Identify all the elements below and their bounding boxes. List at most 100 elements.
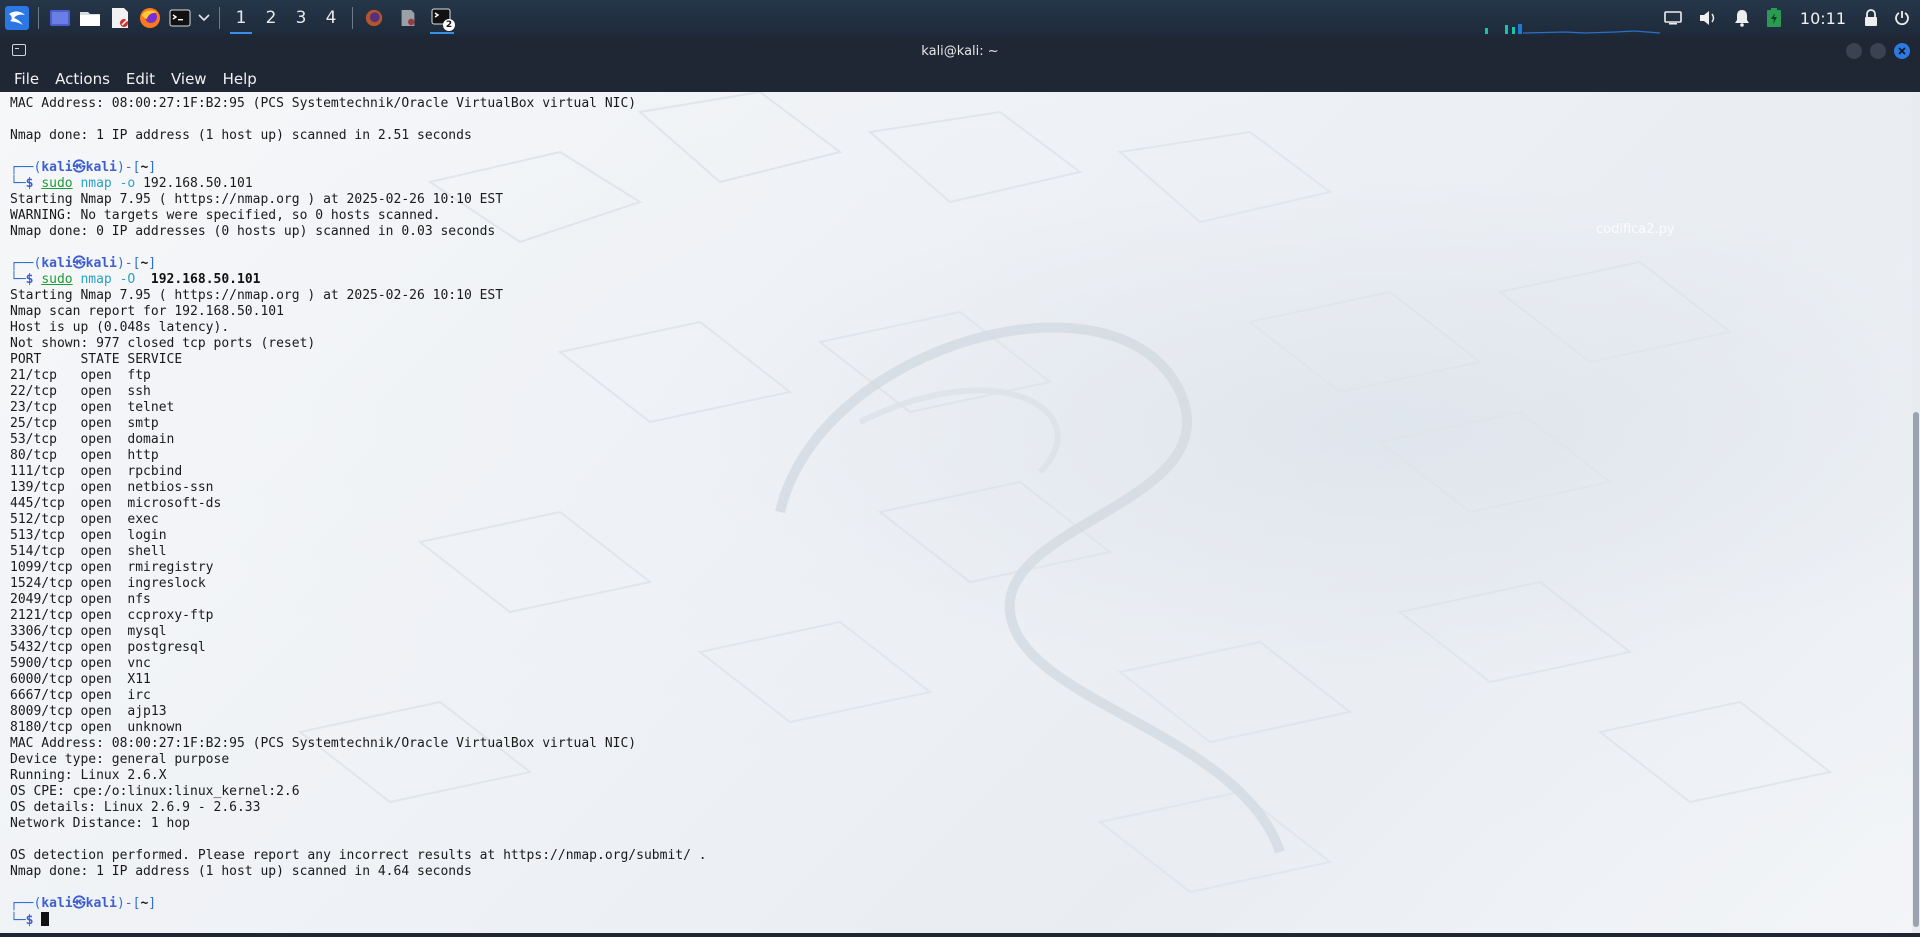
workspace-label: 3 <box>295 8 307 28</box>
output-line: PORT STATE SERVICE <box>10 352 707 368</box>
prompt-host: kali <box>85 160 117 175</box>
display-icon[interactable] <box>1664 0 1682 36</box>
output-line: 111/tcp open rpcbind <box>10 464 707 480</box>
command-flag: -o <box>119 176 136 191</box>
notifications-icon[interactable] <box>1734 0 1750 36</box>
lock-icon[interactable] <box>1864 0 1878 36</box>
prompt-frame: ┌──( <box>10 256 42 271</box>
editor-task-icon[interactable] <box>393 0 423 36</box>
output-line: 5900/tcp open vnc <box>10 656 707 672</box>
scrollbar-thumb[interactable] <box>1913 412 1919 927</box>
command-sudo: sudo <box>41 176 73 191</box>
output-text: 25/tcp open smtp <box>10 416 159 431</box>
menu-help[interactable]: Help <box>215 70 265 88</box>
terminal-output-area[interactable]: codifica2.py MAC Address: 08:00:27:1F:B2… <box>0 92 1912 933</box>
terminal-task-icon[interactable]: 2 <box>427 0 457 36</box>
output-text: 139/tcp open netbios-ssn <box>10 480 214 495</box>
prompt-symbol: $ <box>25 913 42 928</box>
workspace-2[interactable]: 2 <box>256 0 286 36</box>
prompt-user: kali <box>41 160 73 175</box>
volume-icon[interactable] <box>1698 0 1718 36</box>
terminal-icon[interactable] <box>165 0 195 36</box>
output-text: 1524/tcp open ingreslock <box>10 576 206 591</box>
text-cursor[interactable] <box>41 912 50 926</box>
prompt-line: ┌──(kali㉿kali)-[~] <box>10 896 707 912</box>
text-editor-icon[interactable] <box>105 0 135 36</box>
prompt-frame: └─ <box>10 913 26 928</box>
kali-menu-icon[interactable] <box>2 0 32 36</box>
firefox-icon[interactable] <box>135 0 165 36</box>
output-text: Nmap scan report for 192.168.50.101 <box>10 304 284 319</box>
workspace-4[interactable]: 4 <box>316 0 346 36</box>
output-text: 111/tcp open rpcbind <box>10 464 183 479</box>
command-flag: -O <box>119 272 144 287</box>
prompt-frame: ] <box>148 896 157 911</box>
output-text: OS details: Linux 2.6.9 - 2.6.33 <box>10 800 261 815</box>
minimize-button[interactable] <box>1846 43 1862 59</box>
output-line: 512/tcp open exec <box>10 512 707 528</box>
output-line: 6667/tcp open irc <box>10 688 707 704</box>
input-line: └─$ <box>10 912 707 928</box>
prompt-symbol: $ <box>25 176 42 191</box>
output-line: 513/tcp open login <box>10 528 707 544</box>
workspace-switcher: 1 2 3 4 <box>226 0 346 36</box>
maximize-button[interactable] <box>1870 43 1886 59</box>
output-line: Starting Nmap 7.95 ( https://nmap.org ) … <box>10 288 707 304</box>
system-tray: 10:11 <box>1656 0 1920 36</box>
output-line: 6000/tcp open X11 <box>10 672 707 688</box>
menu-file[interactable]: File <box>0 70 47 88</box>
task-count-badge: 2 <box>443 19 455 31</box>
output-line: 514/tcp open shell <box>10 544 707 560</box>
power-icon[interactable] <box>1894 0 1910 36</box>
menu-view[interactable]: View <box>163 70 215 88</box>
workspace-label: 1 <box>235 8 247 28</box>
output-line: 139/tcp open netbios-ssn <box>10 480 707 496</box>
output-line: 2121/tcp open ccproxy-ftp <box>10 608 707 624</box>
desktop-icon[interactable] <box>45 0 75 36</box>
close-button[interactable] <box>1894 43 1910 59</box>
workspace-3[interactable]: 3 <box>286 0 316 36</box>
prompt-frame: ┌──( <box>10 896 42 911</box>
dropdown-chevron-icon[interactable] <box>195 0 213 36</box>
prompt-line: ┌──(kali㉿kali)-[~] <box>10 160 707 176</box>
clock[interactable]: 10:11 <box>1800 9 1846 28</box>
output-line: Host is up (0.048s latency). <box>10 320 707 336</box>
workspace-1[interactable]: 1 <box>226 0 256 36</box>
output-text: 445/tcp open microsoft-ds <box>10 496 222 511</box>
output-line: 2049/tcp open nfs <box>10 592 707 608</box>
output-line: Running: Linux 2.6.X <box>10 768 707 784</box>
prompt-frame: └─ <box>10 176 26 191</box>
output-text: Host is up (0.048s latency). <box>10 320 230 335</box>
output-line: 21/tcp open ftp <box>10 368 707 384</box>
output-text: MAC Address: 08:00:27:1F:B2:95 (PCS Syst… <box>10 736 637 751</box>
prompt-frame: )-[ <box>116 896 141 911</box>
scrollbar[interactable] <box>1912 92 1920 933</box>
command-target: 192.168.50.101 <box>143 176 253 191</box>
output-line: 22/tcp open ssh <box>10 384 707 400</box>
prompt-at-symbol: ㉿ <box>72 256 86 271</box>
output-text: Running: Linux 2.6.X <box>10 768 167 783</box>
output-line: 5432/tcp open postgresql <box>10 640 707 656</box>
window-titlebar[interactable]: kali@kali: ~ <box>0 36 1920 66</box>
output-line: 25/tcp open smtp <box>10 416 707 432</box>
output-line: 1099/tcp open rmiregistry <box>10 560 707 576</box>
file-manager-icon[interactable] <box>75 0 105 36</box>
firefox-task-icon[interactable] <box>359 0 389 36</box>
output-line: Nmap done: 0 IP addresses (0 hosts up) s… <box>10 224 707 240</box>
command-space <box>112 176 120 191</box>
taskbar-separator <box>38 7 39 29</box>
battery-icon[interactable] <box>1766 0 1782 36</box>
prompt-frame: └─ <box>10 272 26 287</box>
command-binary: nmap <box>80 272 112 287</box>
menu-edit[interactable]: Edit <box>118 70 163 88</box>
menu-actions[interactable]: Actions <box>47 70 118 88</box>
output-text: 80/tcp open http <box>10 448 159 463</box>
output-text: 2049/tcp open nfs <box>10 592 151 607</box>
output-text: 513/tcp open login <box>10 528 167 543</box>
command-space <box>135 176 143 191</box>
network-activity-graph <box>1485 24 1661 34</box>
output-line: OS CPE: cpe:/o:linux:linux_kernel:2.6 <box>10 784 707 800</box>
command-binary: nmap <box>80 176 112 191</box>
